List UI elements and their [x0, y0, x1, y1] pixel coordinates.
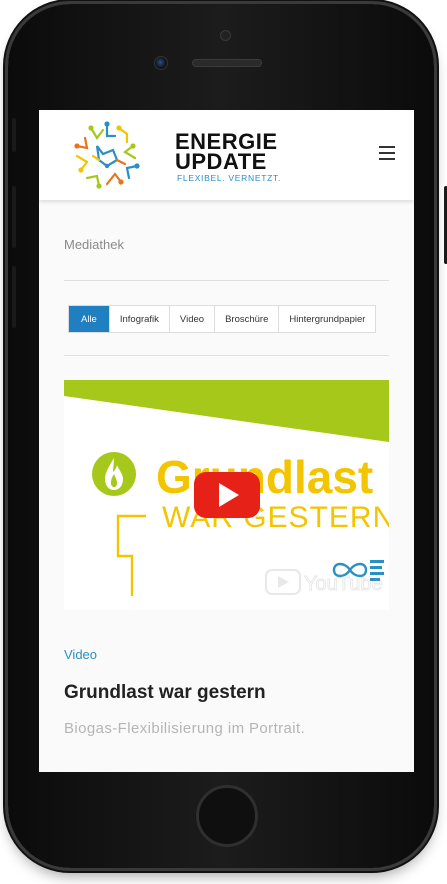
- home-button[interactable]: [196, 785, 258, 847]
- hamburger-menu-icon[interactable]: [379, 146, 395, 160]
- network-logo-icon[interactable]: [67, 116, 147, 194]
- site-header: ENERGIE UPDATE FLEXIBEL. VERNETZT.: [39, 110, 414, 200]
- item-subtitle: Biogas-Flexibilisierung im Portrait.: [64, 720, 306, 737]
- brand-wordmark[interactable]: ENERGIE UPDATE FLEXIBEL. VERNETZT.: [175, 131, 281, 184]
- filter-bar: Alle Infografik Video Broschüre Hintergr…: [68, 305, 377, 333]
- earpiece-speaker: [192, 59, 262, 67]
- youtube-watermark-text: YouTube: [304, 573, 383, 595]
- flame-icon: [92, 452, 136, 496]
- filter-all[interactable]: Alle: [69, 306, 110, 332]
- page-title: Mediathek: [64, 237, 124, 252]
- volume-up-button: [12, 186, 16, 248]
- front-camera: [154, 56, 168, 70]
- divider: [64, 355, 389, 356]
- proximity-sensor: [220, 30, 231, 41]
- brand-tagline: FLEXIBEL. VERNETZT.: [177, 173, 281, 183]
- divider: [64, 280, 389, 281]
- youtube-play-icon[interactable]: [194, 472, 260, 518]
- volume-down-button: [12, 266, 16, 328]
- phone-screen: ENERGIE UPDATE FLEXIBEL. VERNETZT. Media…: [39, 110, 414, 772]
- mute-switch: [12, 118, 16, 152]
- video-thumbnail[interactable]: Grundlast WAR GESTERN YouTube: [64, 380, 389, 610]
- video-headline-line-1: Grundlast: [156, 451, 373, 503]
- item-category[interactable]: Video: [64, 647, 97, 662]
- filter-infografik[interactable]: Infografik: [110, 306, 170, 332]
- item-title[interactable]: Grundlast war gestern: [64, 682, 266, 704]
- filter-broschuere[interactable]: Broschüre: [215, 306, 280, 332]
- brand-line-2: UPDATE: [175, 149, 267, 174]
- phone-frame: ENERGIE UPDATE FLEXIBEL. VERNETZT. Media…: [8, 4, 447, 868]
- filter-video[interactable]: Video: [170, 306, 216, 332]
- filter-hintergrundpapier[interactable]: Hintergrundpapier: [279, 306, 375, 332]
